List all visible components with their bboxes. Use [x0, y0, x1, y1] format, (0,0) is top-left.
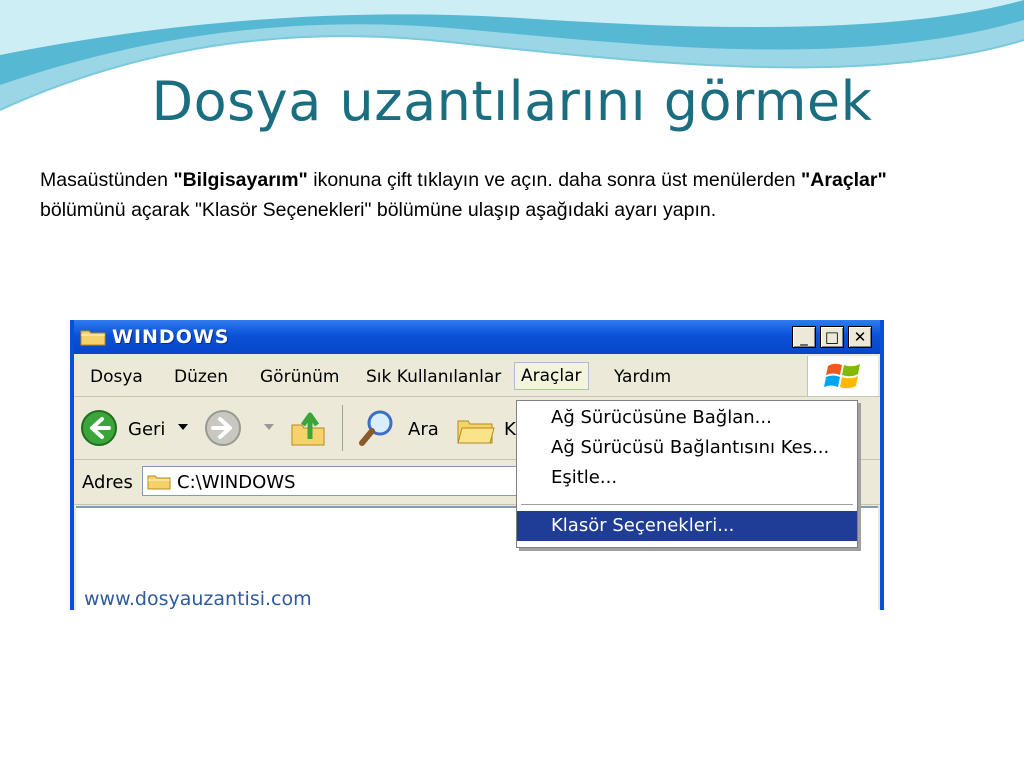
instruction-part: bölümünü açarak "Klasör Seçenekleri" böl…: [40, 199, 717, 221]
bold-bilgisayarim: "Bilgisayarım": [173, 169, 308, 191]
menu-separator: [521, 504, 853, 505]
menu-gorunum[interactable]: Görünüm: [254, 364, 345, 390]
window-titlebar[interactable]: WINDOWS _ □ ✕: [74, 320, 880, 354]
forward-arrow-icon[interactable]: [204, 409, 242, 447]
araclar-dropdown-menu: Ağ Sürücüsüne Bağlan... Ağ Sürücüsü Bağl…: [516, 400, 858, 548]
watermark-url: www.dosyauzantisi.com: [84, 588, 312, 610]
address-value: C:\WINDOWS: [177, 472, 296, 493]
minimize-button[interactable]: _: [792, 326, 816, 348]
instruction-part: ikonuna çift tıklayın ve açın. daha sonr…: [307, 169, 802, 191]
menu-item-klasor-secenekleri[interactable]: Klasör Seçenekleri...: [517, 511, 857, 541]
menu-dosya[interactable]: Dosya: [84, 364, 149, 390]
instruction-text: Masaüstünden "Bilgisayarım" ikonuna çift…: [40, 165, 970, 225]
window-title: WINDOWS: [112, 326, 230, 348]
menu-item-ag-surucusune-baglan[interactable]: Ağ Sürücüsüne Bağlan...: [517, 403, 857, 433]
toolbar-separator: [342, 405, 343, 451]
folders-button-label[interactable]: K: [504, 419, 516, 440]
explorer-screenshot: WINDOWS _ □ ✕ Dosya Düzen Görünüm Sık Ku…: [70, 320, 884, 610]
menu-araclar[interactable]: Araçlar: [514, 362, 589, 390]
menu-duzen[interactable]: Düzen: [168, 364, 234, 390]
menu-item-ag-surucusu-baglantisini-kes[interactable]: Ağ Sürücüsü Bağlantısını Kes...: [517, 433, 857, 463]
back-button-label[interactable]: Geri: [128, 419, 165, 440]
search-icon[interactable]: [358, 409, 396, 447]
back-arrow-icon[interactable]: [80, 409, 118, 447]
folder-icon: [80, 330, 106, 346]
windows-logo: [807, 356, 878, 396]
up-folder-icon[interactable]: [290, 409, 326, 447]
search-button-label[interactable]: Ara: [408, 419, 439, 440]
slide-title: Dosya uzantılarını görmek: [151, 70, 873, 133]
forward-dropdown-arrow[interactable]: [264, 424, 274, 430]
close-button[interactable]: ✕: [848, 326, 872, 348]
instruction-part: Masaüstünden: [40, 169, 174, 191]
back-dropdown-arrow[interactable]: [178, 424, 188, 430]
menu-item-esitle[interactable]: Eşitle...: [517, 463, 857, 493]
menu-bar: Dosya Düzen Görünüm Sık Kullanılanlar Ar…: [74, 356, 880, 397]
explorer-window: WINDOWS _ □ ✕ Dosya Düzen Görünüm Sık Ku…: [70, 320, 884, 610]
address-label: Adres: [82, 472, 133, 493]
folder-icon: [147, 475, 171, 490]
menu-sik-kullanilanlar[interactable]: Sık Kullanılanlar: [360, 364, 507, 390]
windows-flag-icon: [824, 363, 860, 389]
maximize-button[interactable]: □: [820, 326, 844, 348]
menu-yardim[interactable]: Yardım: [608, 364, 677, 390]
bold-araclar: "Araçlar": [801, 169, 887, 191]
folders-icon[interactable]: [456, 411, 496, 447]
